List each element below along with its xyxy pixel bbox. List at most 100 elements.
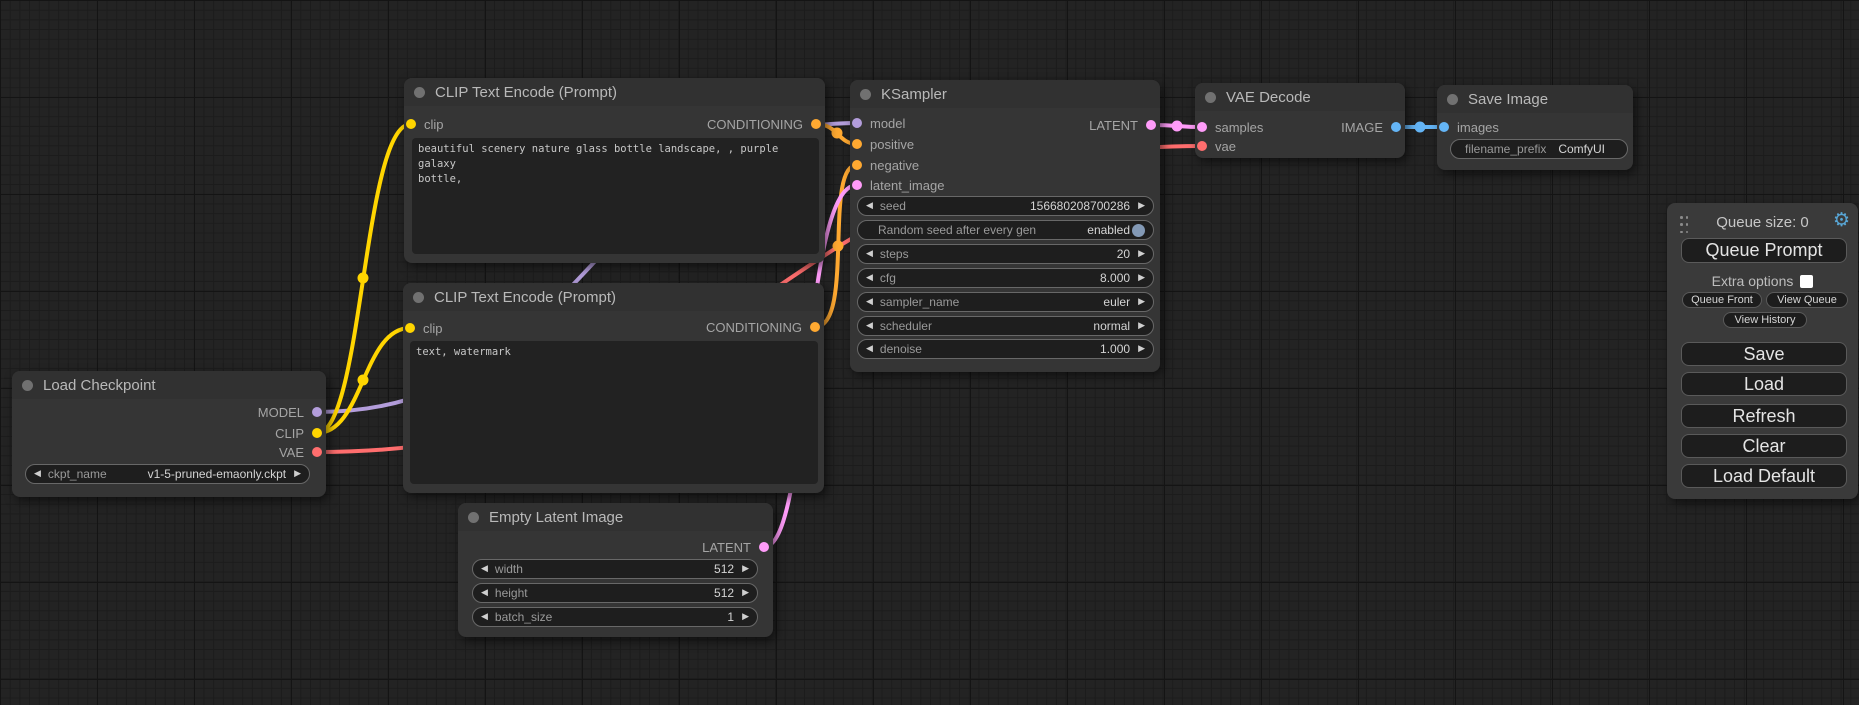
scheduler-widget[interactable]: ◀ scheduler normal ▶ <box>857 316 1154 336</box>
increment-arrow-icon[interactable]: ▶ <box>1138 344 1145 354</box>
collapse-dot-icon[interactable] <box>413 292 424 303</box>
node-save-image[interactable]: Save Image images filename_prefix ComfyU… <box>1437 85 1633 170</box>
load-default-button[interactable]: Load Default <box>1681 464 1847 488</box>
refresh-button[interactable]: Refresh <box>1681 404 1847 428</box>
collapse-dot-icon[interactable] <box>468 512 479 523</box>
node-title-bar[interactable]: VAE Decode <box>1195 83 1405 111</box>
samples-input-port[interactable] <box>1197 122 1207 132</box>
widget-label: height <box>495 586 528 600</box>
random-seed-toggle-widget[interactable]: Random seed after every gen enabled <box>857 220 1154 240</box>
output-conditioning: CONDITIONING <box>706 320 820 334</box>
widget-value: 1.000 <box>1100 342 1130 356</box>
toggle-dot-icon[interactable] <box>1132 224 1145 237</box>
latent-output-port[interactable] <box>1146 120 1156 130</box>
increment-arrow-icon[interactable]: ▶ <box>1138 201 1145 211</box>
queue-prompt-button[interactable]: Queue Prompt <box>1681 238 1847 263</box>
decrement-arrow-icon[interactable]: ◀ <box>866 249 873 259</box>
node-clip-text-encode-negative[interactable]: CLIP Text Encode (Prompt) clip CONDITION… <box>403 283 824 493</box>
clip-input-port[interactable] <box>406 119 416 129</box>
positive-input-port[interactable] <box>852 139 862 149</box>
queue-panel[interactable]: Queue size: 0 ⚙ Queue Prompt Extra optio… <box>1667 203 1858 499</box>
load-button[interactable]: Load <box>1681 372 1847 396</box>
save-button[interactable]: Save <box>1681 342 1847 366</box>
width-widget[interactable]: ◀ width 512 ▶ <box>472 559 758 579</box>
extra-options-row: Extra options <box>1667 273 1858 289</box>
node-empty-latent-image[interactable]: Empty Latent Image LATENT ◀ width 512 ▶ … <box>458 503 773 637</box>
sampler-name-widget[interactable]: ◀ sampler_name euler ▶ <box>857 292 1154 312</box>
decrement-arrow-icon[interactable]: ◀ <box>866 273 873 283</box>
decrement-arrow-icon[interactable]: ◀ <box>866 344 873 354</box>
cfg-widget[interactable]: ◀ cfg 8.000 ▶ <box>857 268 1154 288</box>
node-title-bar[interactable]: KSampler <box>850 80 1160 108</box>
prompt-textarea[interactable]: beautiful scenery nature glass bottle la… <box>412 138 819 254</box>
vae-input-port[interactable] <box>1197 141 1207 151</box>
increment-arrow-icon[interactable]: ▶ <box>1138 249 1145 259</box>
queue-front-button[interactable]: Queue Front <box>1682 292 1762 308</box>
widget-label: cfg <box>880 271 896 285</box>
seed-widget[interactable]: ◀ seed 156680208700286 ▶ <box>857 196 1154 216</box>
increment-arrow-icon[interactable]: ▶ <box>1138 321 1145 331</box>
collapse-dot-icon[interactable] <box>1205 92 1216 103</box>
negative-input-port[interactable] <box>852 160 862 170</box>
collapse-dot-icon[interactable] <box>414 87 425 98</box>
decrement-arrow-icon[interactable]: ◀ <box>866 201 873 211</box>
collapse-dot-icon[interactable] <box>860 89 871 100</box>
widget-value: v1-5-pruned-emaonly.ckpt <box>148 467 287 481</box>
node-graph-canvas[interactable]: Load Checkpoint MODEL CLIP VAE ◀ ckpt_na… <box>0 0 1859 705</box>
clip-output-port[interactable] <box>312 428 322 438</box>
port-label: CONDITIONING <box>706 320 802 335</box>
latent-output-port[interactable] <box>759 542 769 552</box>
model-output-port[interactable] <box>312 407 322 417</box>
extra-options-checkbox[interactable] <box>1800 275 1813 288</box>
node-clip-text-encode-positive[interactable]: CLIP Text Encode (Prompt) clip CONDITION… <box>404 78 825 263</box>
decrement-arrow-icon[interactable]: ◀ <box>481 588 488 598</box>
denoise-widget[interactable]: ◀ denoise 1.000 ▶ <box>857 339 1154 359</box>
decrement-arrow-icon[interactable]: ◀ <box>34 469 41 479</box>
queue-size-label: Queue size: 0 <box>1667 214 1858 231</box>
node-ksampler[interactable]: KSampler model positive negative latent_… <box>850 80 1160 372</box>
node-title: CLIP Text Encode (Prompt) <box>435 84 617 101</box>
filename-prefix-widget[interactable]: filename_prefix ComfyUI <box>1450 139 1628 159</box>
input-clip: clip <box>405 321 443 335</box>
images-input-port[interactable] <box>1439 122 1449 132</box>
increment-arrow-icon[interactable]: ▶ <box>1138 297 1145 307</box>
node-title-bar[interactable]: Load Checkpoint <box>12 371 326 399</box>
collapse-dot-icon[interactable] <box>1447 94 1458 105</box>
view-history-button[interactable]: View History <box>1723 312 1807 328</box>
vae-output-port[interactable] <box>312 447 322 457</box>
node-title-bar[interactable]: Empty Latent Image <box>458 503 773 531</box>
image-output-port[interactable] <box>1391 122 1401 132</box>
latent-image-input-port[interactable] <box>852 180 862 190</box>
increment-arrow-icon[interactable]: ▶ <box>294 469 301 479</box>
height-widget[interactable]: ◀ height 512 ▶ <box>472 583 758 603</box>
increment-arrow-icon[interactable]: ▶ <box>742 564 749 574</box>
node-title-bar[interactable]: Save Image <box>1437 85 1633 113</box>
clip-input-port[interactable] <box>405 323 415 333</box>
widget-value: 512 <box>714 562 734 576</box>
settings-gear-icon[interactable]: ⚙ <box>1833 211 1850 230</box>
node-title: Load Checkpoint <box>43 377 156 394</box>
node-title-bar[interactable]: CLIP Text Encode (Prompt) <box>404 78 825 106</box>
node-load-checkpoint[interactable]: Load Checkpoint MODEL CLIP VAE ◀ ckpt_na… <box>12 371 326 497</box>
decrement-arrow-icon[interactable]: ◀ <box>866 321 873 331</box>
collapse-dot-icon[interactable] <box>22 380 33 391</box>
increment-arrow-icon[interactable]: ▶ <box>1138 273 1145 283</box>
clear-button[interactable]: Clear <box>1681 434 1847 458</box>
conditioning-output-port[interactable] <box>810 322 820 332</box>
increment-arrow-icon[interactable]: ▶ <box>742 588 749 598</box>
batch-size-widget[interactable]: ◀ batch_size 1 ▶ <box>472 607 758 627</box>
input-clip: clip <box>406 117 444 131</box>
ckpt-name-widget[interactable]: ◀ ckpt_name v1-5-pruned-emaonly.ckpt ▶ <box>25 464 310 484</box>
decrement-arrow-icon[interactable]: ◀ <box>866 297 873 307</box>
prompt-textarea[interactable]: text, watermark <box>410 341 818 484</box>
model-input-port[interactable] <box>852 118 862 128</box>
steps-widget[interactable]: ◀ steps 20 ▶ <box>857 244 1154 264</box>
node-title-bar[interactable]: CLIP Text Encode (Prompt) <box>403 283 824 311</box>
increment-arrow-icon[interactable]: ▶ <box>742 612 749 622</box>
decrement-arrow-icon[interactable]: ◀ <box>481 564 488 574</box>
conditioning-output-port[interactable] <box>811 119 821 129</box>
view-queue-button[interactable]: View Queue <box>1766 292 1848 308</box>
node-vae-decode[interactable]: VAE Decode samples vae IMAGE <box>1195 83 1405 158</box>
decrement-arrow-icon[interactable]: ◀ <box>481 612 488 622</box>
output-latent: LATENT <box>702 540 769 554</box>
